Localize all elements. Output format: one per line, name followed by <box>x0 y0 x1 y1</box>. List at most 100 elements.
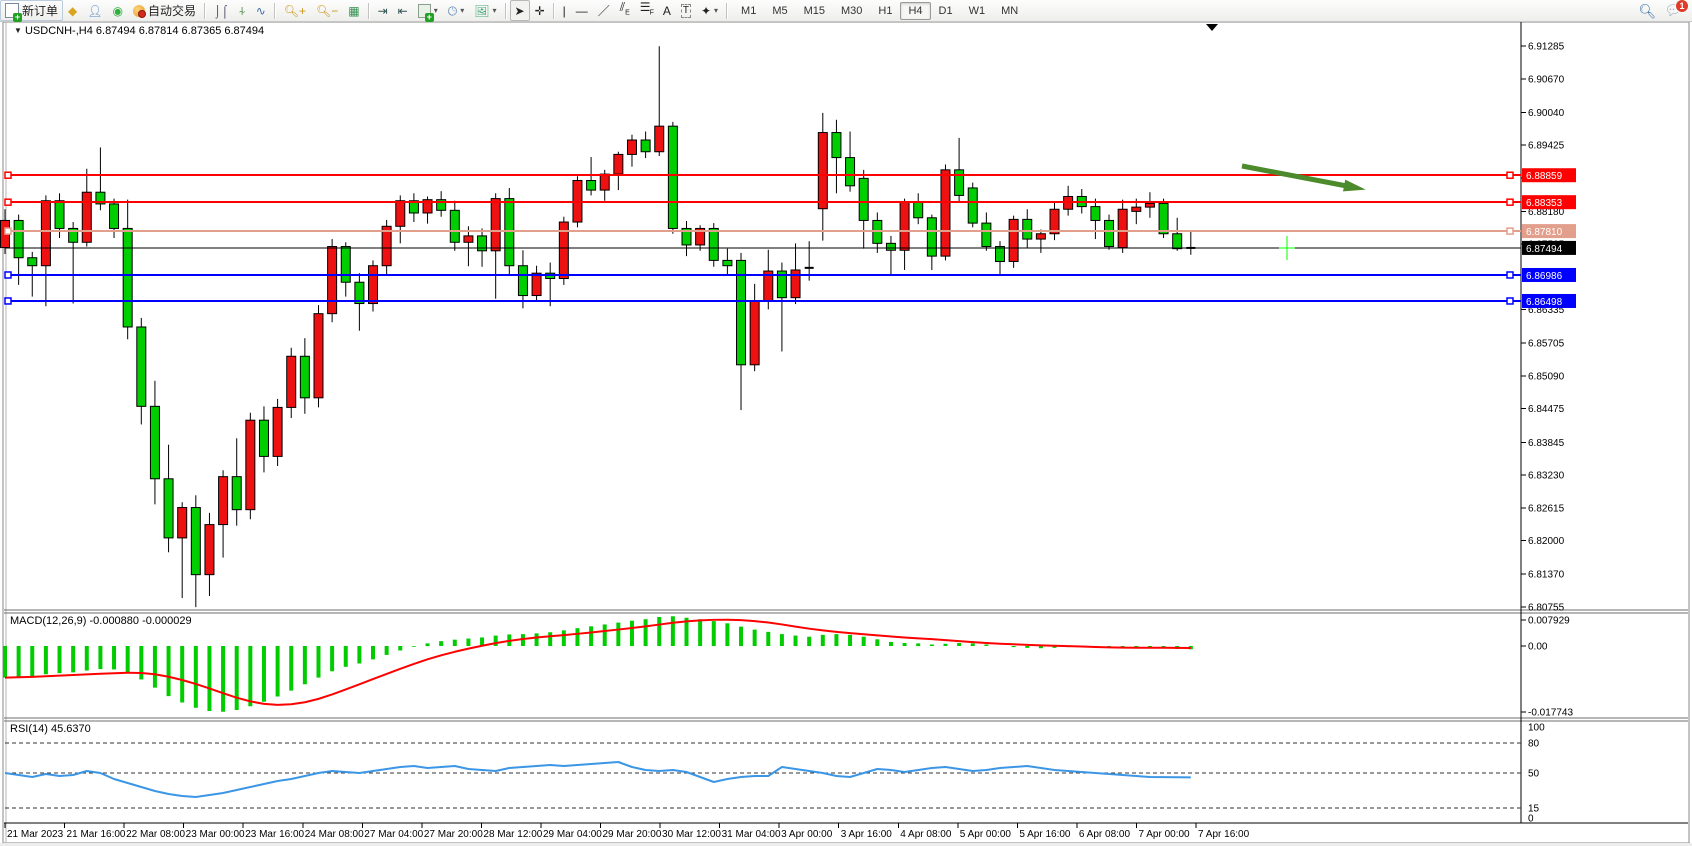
text-button[interactable]: A <box>658 0 676 21</box>
tf-button-h1[interactable]: H1 <box>870 2 900 20</box>
auto-scroll-icon: ⇥ <box>378 5 388 17</box>
add-indicator-button[interactable]: ▾ <box>413 0 443 21</box>
rsi-scale-label: 100 <box>1528 723 1545 734</box>
arrows-icon: ✦ <box>701 5 711 17</box>
tf-button-mn[interactable]: MN <box>993 2 1026 20</box>
ohlc-low: 6.87365 <box>182 25 222 37</box>
price-tick-label: 6.85705 <box>1528 339 1565 350</box>
vertical-line-button[interactable]: | <box>558 0 571 21</box>
chart-window-frame <box>3 22 1689 843</box>
bar-chart-icon: ⌡⌠ <box>214 5 229 17</box>
new-order-label: 新订单 <box>22 2 58 19</box>
price-tick-label: 6.91285 <box>1528 42 1565 53</box>
tf-button-m15[interactable]: M15 <box>796 2 833 20</box>
time-tick-label: 23 Mar 16:00 <box>245 829 304 840</box>
hline-handle <box>1507 298 1513 304</box>
chat-button[interactable]: 💬︎ 1 <box>1664 4 1682 18</box>
vertical-line-icon: | <box>563 5 566 17</box>
ohlc-open: 6.87494 <box>96 25 136 37</box>
tf-button-m30[interactable]: M30 <box>833 2 870 20</box>
ohlc-high: 6.87814 <box>139 25 179 37</box>
channel-button[interactable]: ⫽E <box>615 0 635 21</box>
time-tick-label: 21 Mar 16:00 <box>67 829 126 840</box>
macd-indicator-label: MACD(12,26,9) -0.000880 -0.000029 <box>10 615 192 627</box>
crosshair-button[interactable]: ✛ <box>530 0 550 21</box>
price-tick-label: 6.81370 <box>1528 570 1565 581</box>
toolbar-separator <box>368 3 370 19</box>
price-tick-label: 6.82615 <box>1528 503 1565 514</box>
time-tick-label: 30 Mar 12:00 <box>662 829 721 840</box>
main-toolbar: 新订单 ◆ 👤︎ ◉ 自动交易 ⌡⌠ ⍭ ∿ 🔍︎+ 🔍︎− ▦ ⇥ ⇤ ▾ 🕒… <box>0 0 1692 22</box>
tile-windows-button[interactable]: ▦ <box>343 0 364 21</box>
price-tick-label: 6.83230 <box>1528 471 1565 482</box>
price-tick-label: 6.84475 <box>1528 404 1565 415</box>
zoom-in-button[interactable]: 🔍︎+ <box>279 0 311 21</box>
time-tick-label: 22 Mar 08:00 <box>126 829 185 840</box>
rsi-scale-label: 80 <box>1528 739 1540 750</box>
tf-button-h4[interactable]: H4 <box>900 2 930 20</box>
publish-button[interactable]: ◆ <box>63 0 82 21</box>
new-order-icon <box>5 3 19 18</box>
label-icon: T <box>681 4 691 18</box>
tf-button-m1[interactable]: M1 <box>733 2 764 20</box>
timeframe-toolbar: M1M5M15M30H1H4D1W1MN <box>733 2 1026 20</box>
symbol-period-label: USDCNH-,H4 <box>25 25 93 37</box>
tf-button-d1[interactable]: D1 <box>931 2 961 20</box>
template-icon: 🖼︎ <box>474 5 489 17</box>
rsi-indicator-label: RSI(14) 45.6370 <box>10 723 91 735</box>
price-tick-label: 6.82000 <box>1528 536 1565 547</box>
search-icon[interactable]: 🔍︎ <box>1638 5 1656 17</box>
price-tick-label: 6.85090 <box>1528 371 1565 382</box>
chart-canvas[interactable]: 6.912856.906706.900406.894256.888106.881… <box>0 0 1692 846</box>
time-tick-label: 27 Mar 20:00 <box>424 829 483 840</box>
rsi-scale-label: 50 <box>1528 769 1540 780</box>
time-tick-label: 29 Mar 04:00 <box>543 829 602 840</box>
time-tick-label: 4 Apr 08:00 <box>900 829 952 840</box>
time-tick-label: 24 Mar 08:00 <box>305 829 364 840</box>
line-chart-icon: ∿ <box>256 5 266 17</box>
hline-handle <box>1507 272 1513 278</box>
trendline-button[interactable]: ／ <box>593 0 615 21</box>
tf-button-m5[interactable]: M5 <box>764 2 795 20</box>
cursor-button[interactable]: ➤ <box>510 0 530 21</box>
time-tick-label: 23 Mar 00:00 <box>186 829 245 840</box>
auto-trading-button[interactable]: 自动交易 <box>128 0 201 21</box>
price-badge-label: 6.86986 <box>1526 271 1563 282</box>
fibonacci-button[interactable]: ☰F <box>635 0 658 21</box>
notification-badge: 1 <box>1675 0 1689 13</box>
period-button[interactable]: 🕒︎▾ <box>443 0 470 21</box>
price-tick-label: 6.80755 <box>1528 602 1565 613</box>
community-button[interactable]: 👤︎ <box>82 0 107 21</box>
line-chart-button[interactable]: ∿ <box>251 0 271 21</box>
horizontal-line-icon: — <box>576 5 588 17</box>
toolbar-separator <box>274 3 276 19</box>
candle-chart-button[interactable]: ⍭ <box>233 0 250 21</box>
auto-scroll-button[interactable]: ⇥ <box>373 0 393 21</box>
zoom-out-button[interactable]: 🔍︎− <box>311 0 343 21</box>
signal-icon: ◉ <box>112 5 122 17</box>
channel-icon: ⫽E <box>620 1 630 19</box>
chart-shift-button[interactable]: ⇤ <box>393 0 413 21</box>
label-button[interactable]: T <box>676 0 696 21</box>
template-button[interactable]: 🖼︎▾ <box>469 0 501 21</box>
toolbar-separator <box>726 3 728 19</box>
signal-button[interactable]: ◉ <box>107 0 127 21</box>
time-tick-label: 7 Apr 00:00 <box>1138 829 1190 840</box>
price-tick-label: 6.90670 <box>1528 74 1565 85</box>
bar-chart-button[interactable]: ⌡⌠ <box>209 0 234 21</box>
arrows-button[interactable]: ✦▾ <box>696 0 723 21</box>
time-tick-label: 3 Apr 16:00 <box>841 829 893 840</box>
text-icon: A <box>663 5 671 17</box>
horizontal-line-button[interactable]: — <box>571 0 593 21</box>
new-order-button[interactable]: 新订单 <box>0 0 63 21</box>
time-tick-label: 6 Apr 08:00 <box>1079 829 1131 840</box>
hline-handle <box>1507 199 1513 205</box>
price-badge-label: 6.86498 <box>1526 297 1563 308</box>
hline-handle <box>5 172 11 178</box>
toolbar-separator <box>204 3 206 19</box>
tf-button-w1[interactable]: W1 <box>961 2 994 20</box>
ohlc-close: 6.87494 <box>224 25 264 37</box>
hline-handle <box>5 298 11 304</box>
clock-icon: 🕒︎ <box>448 5 458 17</box>
window-menu-icon[interactable]: ▼ <box>14 26 22 35</box>
